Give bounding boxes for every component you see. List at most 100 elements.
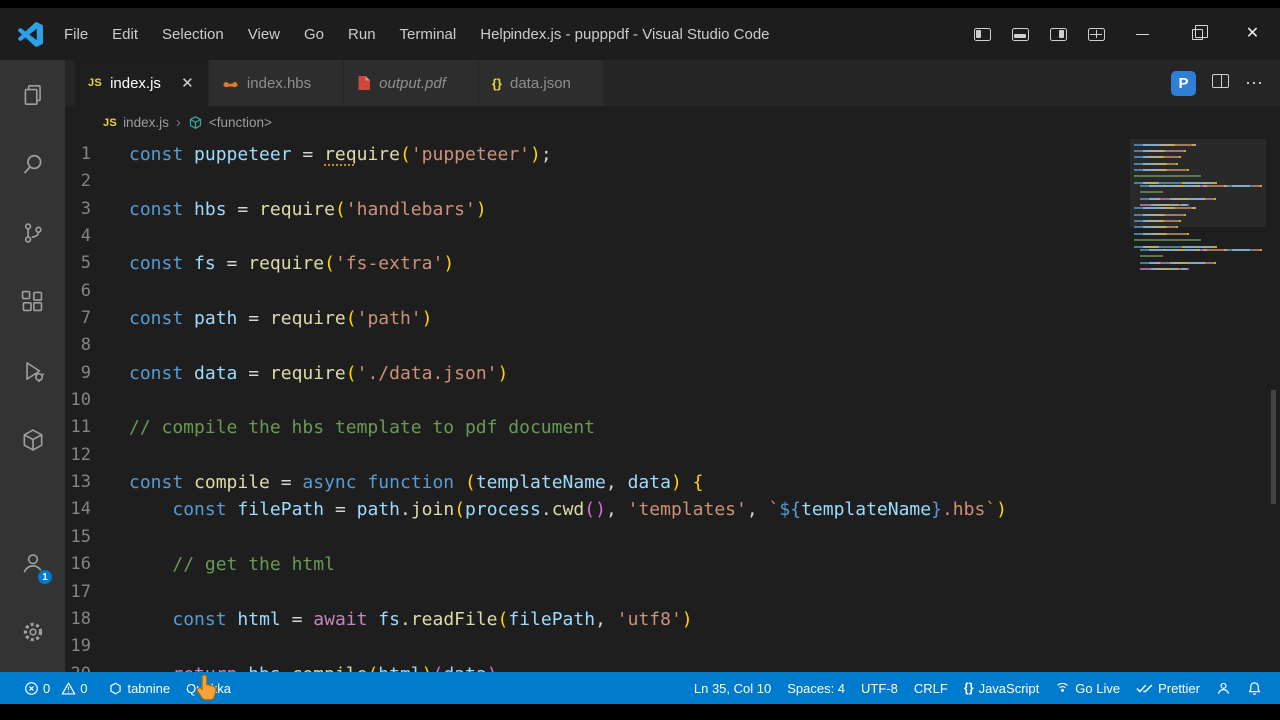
statusbar-tabnine[interactable]: tabnine: [101, 672, 178, 704]
layout-sidebar-left-button[interactable]: [963, 8, 1001, 60]
code-token: (: [324, 250, 335, 277]
statusbar-indentation[interactable]: Spaces: 4: [779, 672, 853, 704]
statusbar-label: UTF-8: [861, 681, 898, 696]
code-token: 'puppeteer': [411, 141, 530, 168]
line-number: 5: [65, 250, 129, 277]
code-token: html: [237, 606, 291, 633]
statusbar-label: CRLF: [914, 681, 948, 696]
code-token: const: [129, 469, 194, 496]
breadcrumb-item[interactable]: JSindex.js: [103, 115, 169, 130]
tab-index.hbs[interactable]: index.hbs: [209, 60, 344, 106]
menubar: FileEditSelectionViewGoRunTerminalHelp: [53, 21, 522, 48]
search-icon: [20, 151, 46, 177]
activity-item-explorer[interactable]: [0, 60, 65, 129]
tab-output.pdf[interactable]: output.pdf: [344, 60, 479, 106]
account-badge: 1: [37, 569, 53, 585]
package-icon: [20, 427, 46, 453]
code-line: 15: [65, 524, 1130, 551]
vscode-logo-icon: [18, 22, 43, 47]
statusbar-label: Quokka: [186, 681, 231, 696]
tab-data.json[interactable]: {}data.json: [479, 60, 604, 106]
statusbar-prettier[interactable]: Prettier: [1128, 672, 1208, 704]
code-token: ): [487, 661, 498, 672]
scrollbar-thumb[interactable]: [1271, 390, 1276, 504]
statusbar-language-mode[interactable]: {}JavaScript: [956, 672, 1047, 704]
more-actions-button[interactable]: ⋯: [1245, 73, 1264, 94]
code-token: require: [259, 196, 335, 223]
code-token: {: [693, 469, 704, 496]
activity-item-run-and-debug[interactable]: [0, 336, 65, 405]
activity-item-package[interactable]: [0, 405, 65, 474]
activity-item-settings[interactable]: [0, 597, 65, 666]
source-control-icon: [20, 220, 46, 246]
activity-item-search[interactable]: [0, 129, 65, 198]
line-number: 20: [65, 661, 129, 672]
code-token: puppeteer: [194, 141, 302, 168]
tabs: JSindex.js✕index.hbs output.pdf {}data.jso…: [75, 60, 604, 106]
tab-label: data.json: [510, 75, 571, 92]
extensions-icon: [20, 289, 46, 315]
statusbar-go-live[interactable]: Go Live: [1047, 672, 1128, 704]
statusbar-eol[interactable]: CRLF: [906, 672, 956, 704]
breadcrumb-item[interactable]: <function>: [188, 115, 272, 130]
code-token: ): [498, 360, 509, 387]
code-editor[interactable]: 1const puppeteer = require('puppeteer');…: [65, 139, 1280, 672]
code-token: filePath: [508, 606, 595, 633]
layout-customize-button[interactable]: [1077, 8, 1115, 60]
statusbar-problems[interactable]: 00: [16, 672, 101, 704]
statusbar-problems-part: 0: [24, 681, 50, 696]
split-editor-button[interactable]: [1212, 74, 1229, 93]
preview-button[interactable]: P: [1171, 71, 1196, 96]
tab-index.js[interactable]: JSindex.js✕: [75, 60, 209, 106]
status-bar-right: Ln 35, Col 10Spaces: 4 UTF-8 CRLF {}JavaScr…: [686, 672, 1270, 704]
titlebar: FileEditSelectionViewGoRunTerminalHelp i…: [0, 8, 1280, 60]
activity-item-accounts[interactable]: 1: [0, 528, 65, 597]
code-token: html: [378, 661, 421, 672]
statusbar-problems-part: 0: [61, 681, 87, 696]
code-token: path: [357, 496, 400, 523]
line-number: 10: [65, 387, 129, 414]
activity-item-extensions[interactable]: [0, 267, 65, 336]
activity-item-source-control[interactable]: [0, 198, 65, 267]
code-token: process: [465, 496, 541, 523]
code-token: (: [335, 196, 346, 223]
tabnine-icon: [109, 682, 122, 695]
code-token: (: [465, 469, 476, 496]
menu-go[interactable]: Go: [293, 21, 335, 48]
code-token: ): [682, 606, 693, 633]
code-token: require: [270, 360, 346, 387]
code-line: 4: [65, 223, 1130, 250]
menu-selection[interactable]: Selection: [151, 21, 235, 48]
menu-file[interactable]: File: [53, 21, 99, 48]
statusbar-encoding[interactable]: UTF-8: [853, 672, 906, 704]
line-number: 3: [65, 196, 129, 223]
line-number: 19: [65, 633, 129, 660]
menu-terminal[interactable]: Terminal: [389, 21, 468, 48]
minimize-button[interactable]: [1115, 8, 1170, 60]
layout-sidebar-right-button[interactable]: [1039, 8, 1077, 60]
code-token: ,: [606, 469, 628, 496]
menu-run[interactable]: Run: [337, 21, 387, 48]
code-line: 3const hbs = require('handlebars'): [65, 196, 1130, 223]
menu-view[interactable]: View: [237, 21, 291, 48]
code-line: 2: [65, 168, 1130, 195]
statusbar-notifications[interactable]: [1239, 672, 1270, 704]
code-line: 13const compile = async function (templa…: [65, 469, 1130, 496]
statusbar-quokka[interactable]: Quokka: [178, 672, 239, 704]
close-button[interactable]: ✕: [1225, 8, 1280, 60]
layout-panel-button[interactable]: [1001, 8, 1039, 60]
statusbar-feedback[interactable]: [1208, 672, 1239, 704]
minimap[interactable]: [1134, 143, 1262, 271]
code-token: =: [292, 606, 314, 633]
code-token: compile: [194, 469, 281, 496]
code-token: ,: [606, 496, 628, 523]
tab-close-button[interactable]: ✕: [177, 73, 198, 94]
activity-bar-bottom: 1: [0, 528, 65, 672]
menu-edit[interactable]: Edit: [101, 21, 149, 48]
tab-label: output.pdf: [379, 75, 446, 92]
statusbar-cursor-position[interactable]: Ln 35, Col 10: [686, 672, 779, 704]
code-line: 14 const filePath = path.join(process.cw…: [65, 496, 1130, 523]
tab-bar: JSindex.js✕index.hbs output.pdf {}data.jso…: [65, 60, 1280, 106]
code-token: fs: [378, 606, 400, 633]
restore-button[interactable]: [1170, 8, 1225, 60]
